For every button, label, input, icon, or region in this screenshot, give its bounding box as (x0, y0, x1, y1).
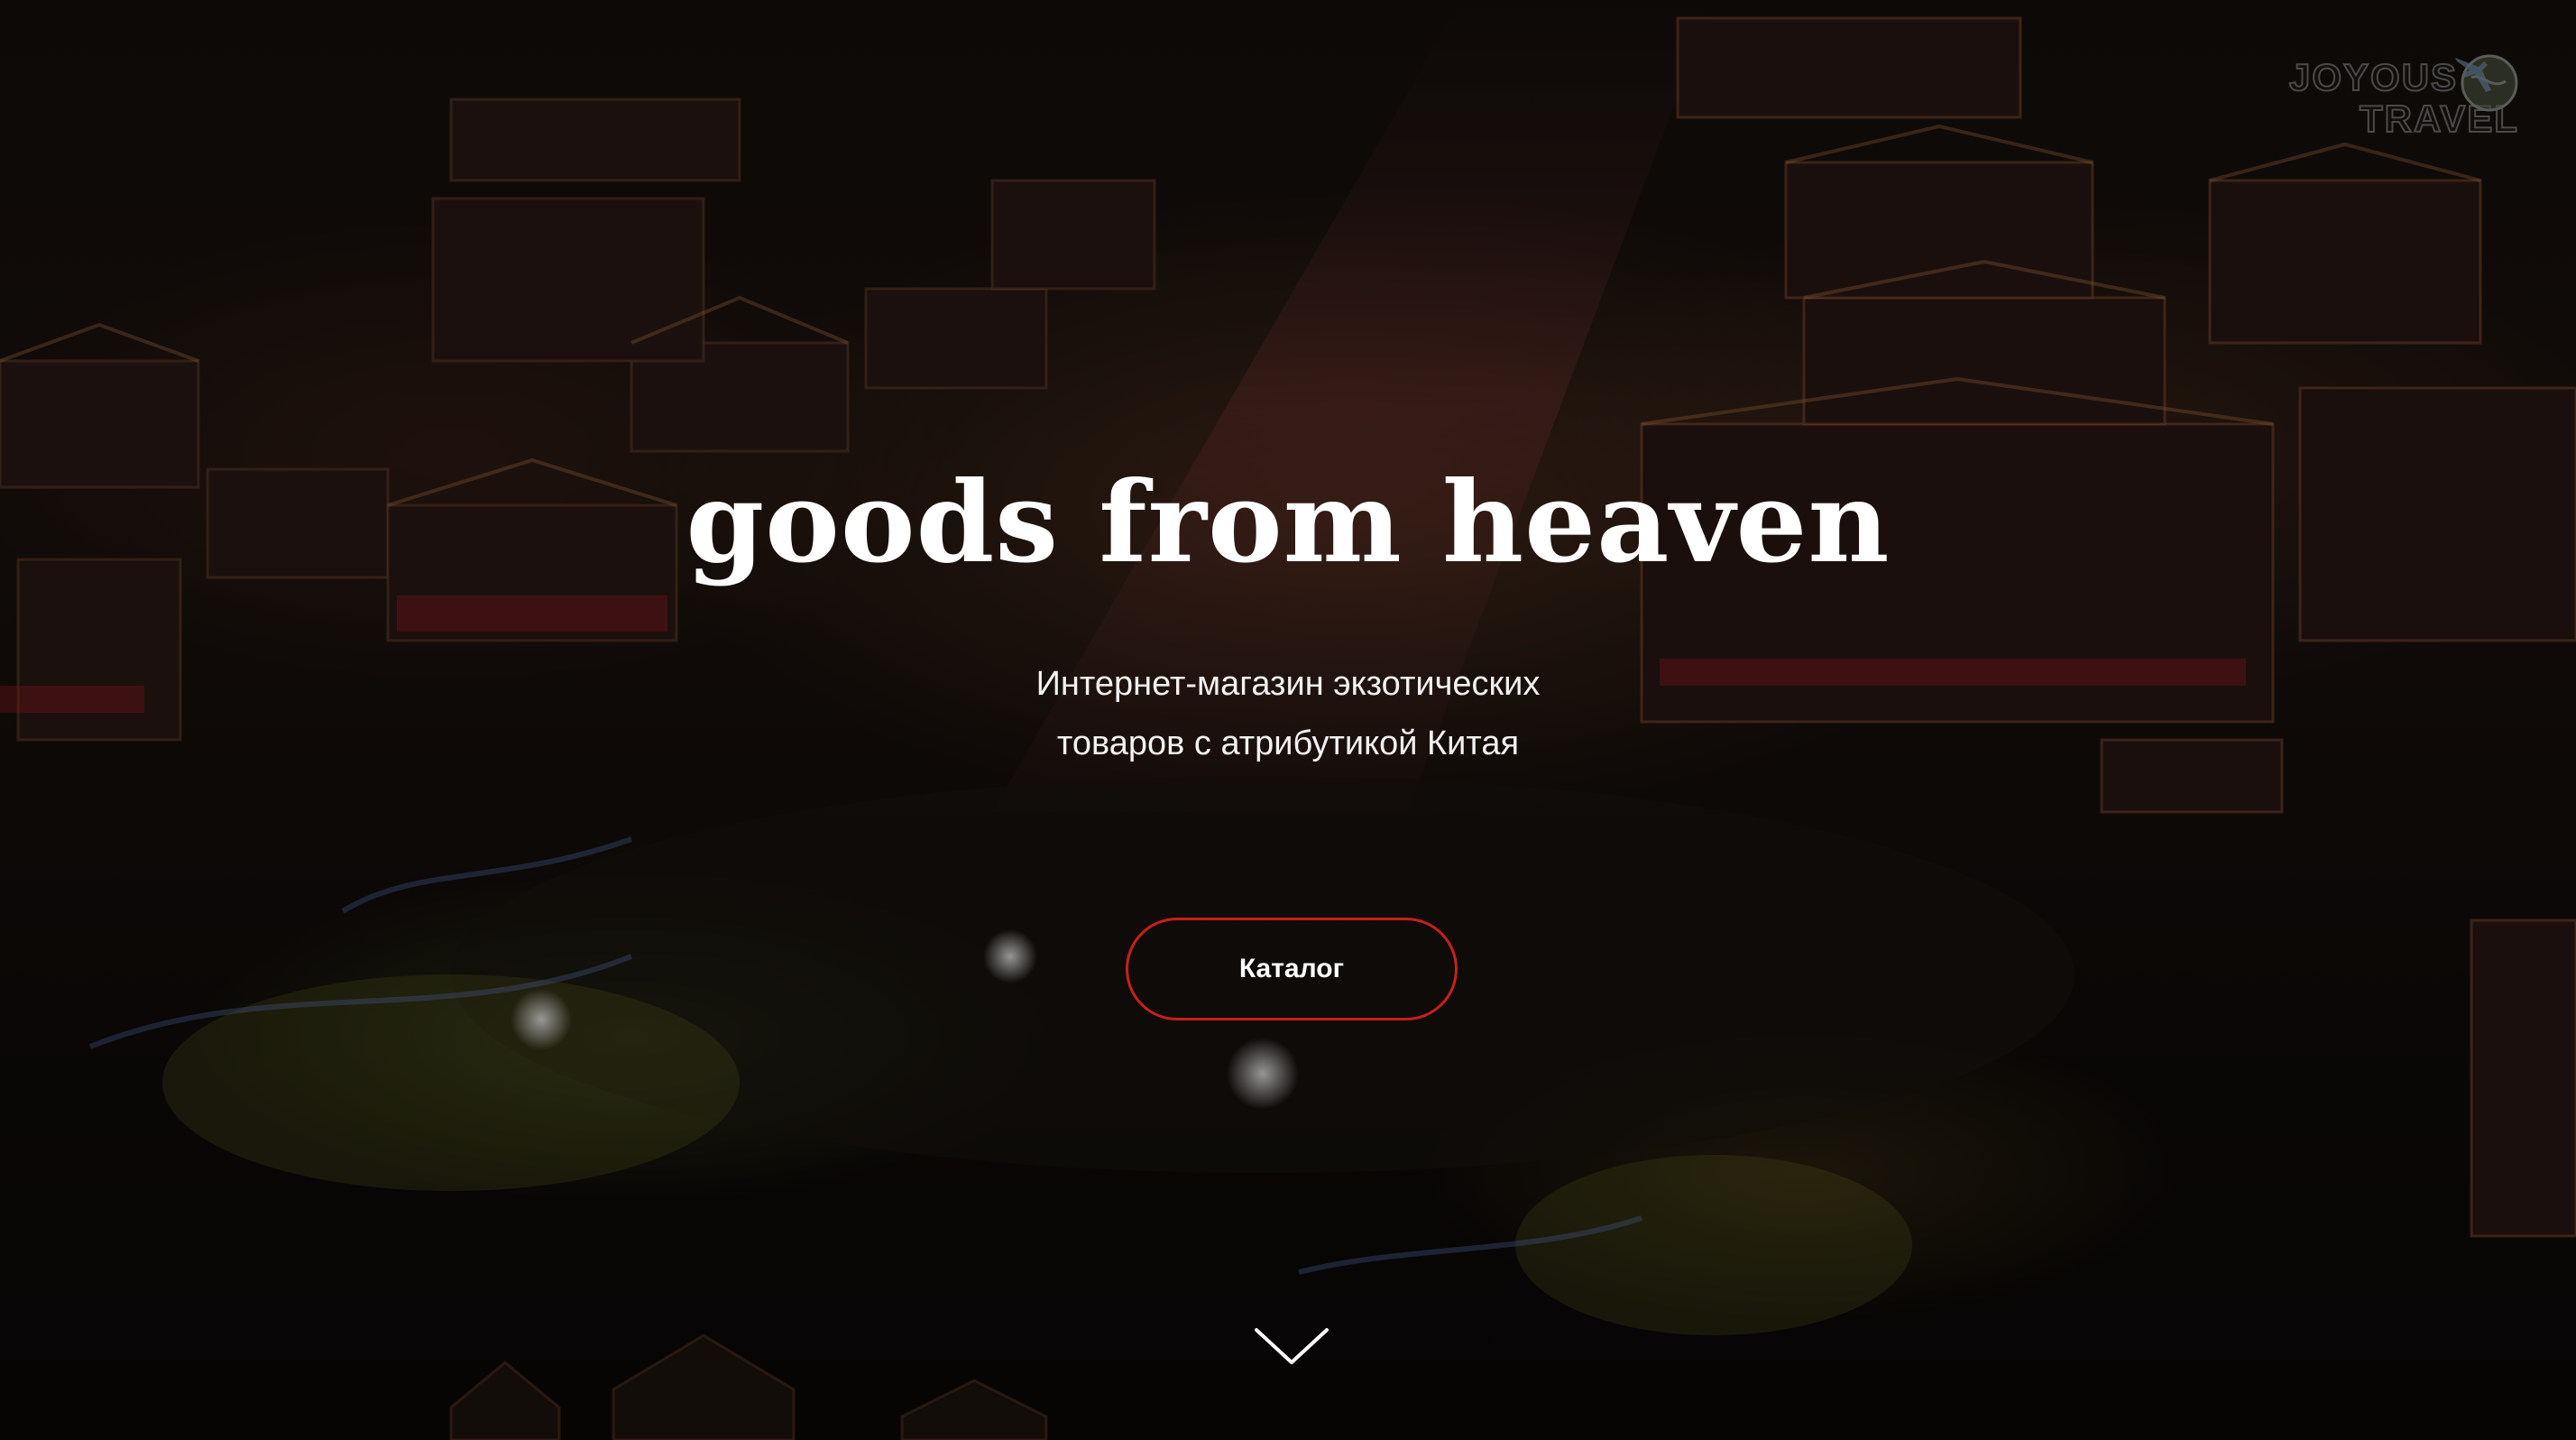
catalog-button-label: Каталог (1238, 954, 1345, 983)
hero-subtitle: Интернет-магазин экзотических товаров с … (837, 654, 1739, 773)
subtitle-line-1: Интернет-магазин экзотических (1035, 665, 1541, 703)
hero-section: JOYOUS TRAVEL goods from heaven Интернет… (0, 0, 2576, 1440)
hero-content: goods from heaven Интернет-магазин экзот… (0, 0, 2576, 1440)
subtitle-line-2: товаров с атрибутикой Китая (1056, 725, 1520, 762)
chevron-down-icon[interactable] (1253, 1325, 1330, 1368)
catalog-button[interactable]: Каталог (1126, 918, 1458, 1020)
page-title: goods from heaven (685, 457, 1891, 588)
